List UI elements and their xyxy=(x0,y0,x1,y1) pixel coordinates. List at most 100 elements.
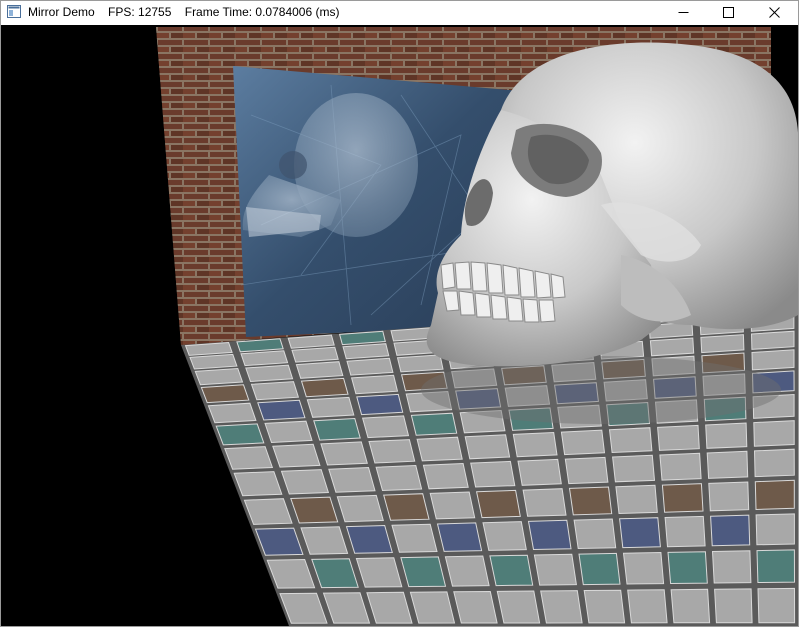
floor-tile xyxy=(336,494,384,523)
app-icon xyxy=(7,5,21,18)
fps-readout: FPS: 12755 xyxy=(108,5,172,19)
floor-tile xyxy=(475,489,521,519)
floor-tile xyxy=(564,456,609,485)
floor-tile xyxy=(346,357,394,376)
floor-tile xyxy=(627,589,668,624)
floor-tile xyxy=(705,422,748,449)
floor-tile xyxy=(751,349,795,371)
app-window: Mirror Demo FPS: 12755 Frame Time: 0.078… xyxy=(0,0,799,627)
floor-tile xyxy=(410,412,458,436)
title-app-name: Mirror Demo xyxy=(28,5,95,19)
floor-tile xyxy=(470,460,516,488)
floor-tile xyxy=(453,590,498,624)
render-viewport[interactable] xyxy=(1,25,798,626)
floor-tile xyxy=(383,493,430,521)
floor-tile xyxy=(659,452,702,481)
floor-tile xyxy=(757,587,796,624)
floor-tile xyxy=(350,374,399,395)
floor-tile xyxy=(540,590,583,624)
scene-canvas xyxy=(156,27,798,626)
floor-tile xyxy=(464,434,511,460)
floor-tile xyxy=(291,346,339,363)
floor-tile xyxy=(622,551,665,585)
floor-tile xyxy=(224,446,274,470)
frame-time-readout: Frame Time: 0.0784006 (ms) xyxy=(184,5,340,19)
floor-tile xyxy=(708,481,750,512)
floor-tile xyxy=(750,330,795,350)
floor-tile xyxy=(200,384,250,404)
floor-tile xyxy=(710,514,751,547)
close-button[interactable] xyxy=(752,1,797,23)
floor-tile xyxy=(342,343,390,360)
maximize-icon xyxy=(723,6,734,18)
floor-tile xyxy=(264,420,313,444)
floor-tile xyxy=(496,590,541,624)
floor-tile xyxy=(568,486,613,516)
floor-tile xyxy=(436,522,483,552)
minimize-icon xyxy=(678,11,689,13)
floor-tile xyxy=(700,334,745,354)
floor-tile xyxy=(489,554,534,587)
floor-tile xyxy=(753,448,795,478)
floor-tile xyxy=(657,424,700,451)
floor-tile xyxy=(290,496,339,524)
floor-tile xyxy=(560,429,606,456)
title-bar[interactable]: Mirror Demo FPS: 12755 Frame Time: 0.078… xyxy=(1,1,798,25)
floor-tile xyxy=(583,589,626,624)
floor-tile xyxy=(194,367,244,386)
floor-tile xyxy=(245,364,294,383)
floor-tile xyxy=(240,350,289,367)
floor-tile xyxy=(375,464,423,492)
floor-tile xyxy=(400,556,447,588)
floor-tile xyxy=(482,521,527,551)
floor-tile xyxy=(409,591,456,624)
floor-tile xyxy=(396,354,444,373)
skull-floor-reflection xyxy=(421,356,781,424)
floor-tile xyxy=(527,519,572,551)
floor-tile xyxy=(280,469,330,495)
floor-tile xyxy=(661,483,704,513)
floor-tile xyxy=(670,588,711,624)
floor-tile xyxy=(444,555,490,587)
floor-tile xyxy=(578,552,621,586)
floor-tile xyxy=(517,458,562,486)
floor-tile xyxy=(215,423,265,446)
floor-tile xyxy=(664,515,706,548)
floor-tile xyxy=(755,513,795,546)
floor-tile xyxy=(300,377,349,398)
floor-tile xyxy=(313,417,361,441)
floor-tile xyxy=(328,466,376,493)
floor-tile xyxy=(522,488,567,517)
floor-tile xyxy=(714,588,753,624)
floor-tile xyxy=(250,381,300,401)
window-title: Mirror Demo FPS: 12755 Frame Time: 0.078… xyxy=(28,5,339,19)
floor-tile xyxy=(753,420,795,447)
floor-tile xyxy=(573,518,617,550)
floor-tile xyxy=(368,439,416,464)
floor-tile xyxy=(391,523,438,553)
floor-tile xyxy=(416,436,463,462)
floor-tile xyxy=(345,524,393,554)
floor-tile xyxy=(356,393,404,416)
floor-tile xyxy=(608,427,653,454)
floor-tile xyxy=(649,337,695,357)
minimize-button[interactable] xyxy=(661,1,706,23)
floor-tile xyxy=(706,450,749,479)
floor-tile xyxy=(512,431,558,458)
floor-tile xyxy=(615,484,658,515)
floor-tile xyxy=(272,443,321,468)
floor-tile xyxy=(711,550,752,584)
floor-tile xyxy=(207,402,257,424)
maximize-button[interactable] xyxy=(706,1,751,23)
floor-tile xyxy=(233,471,283,497)
floor-tile xyxy=(189,353,238,370)
floor-tile xyxy=(619,517,661,549)
floor-tile xyxy=(422,462,469,490)
floor-tile xyxy=(754,479,795,511)
floor-tile xyxy=(295,361,344,379)
floor-tile xyxy=(429,491,476,520)
floor-tile xyxy=(533,553,577,586)
floor-tile xyxy=(612,454,656,483)
floor-tile xyxy=(257,399,306,421)
floor-tile xyxy=(306,396,355,418)
